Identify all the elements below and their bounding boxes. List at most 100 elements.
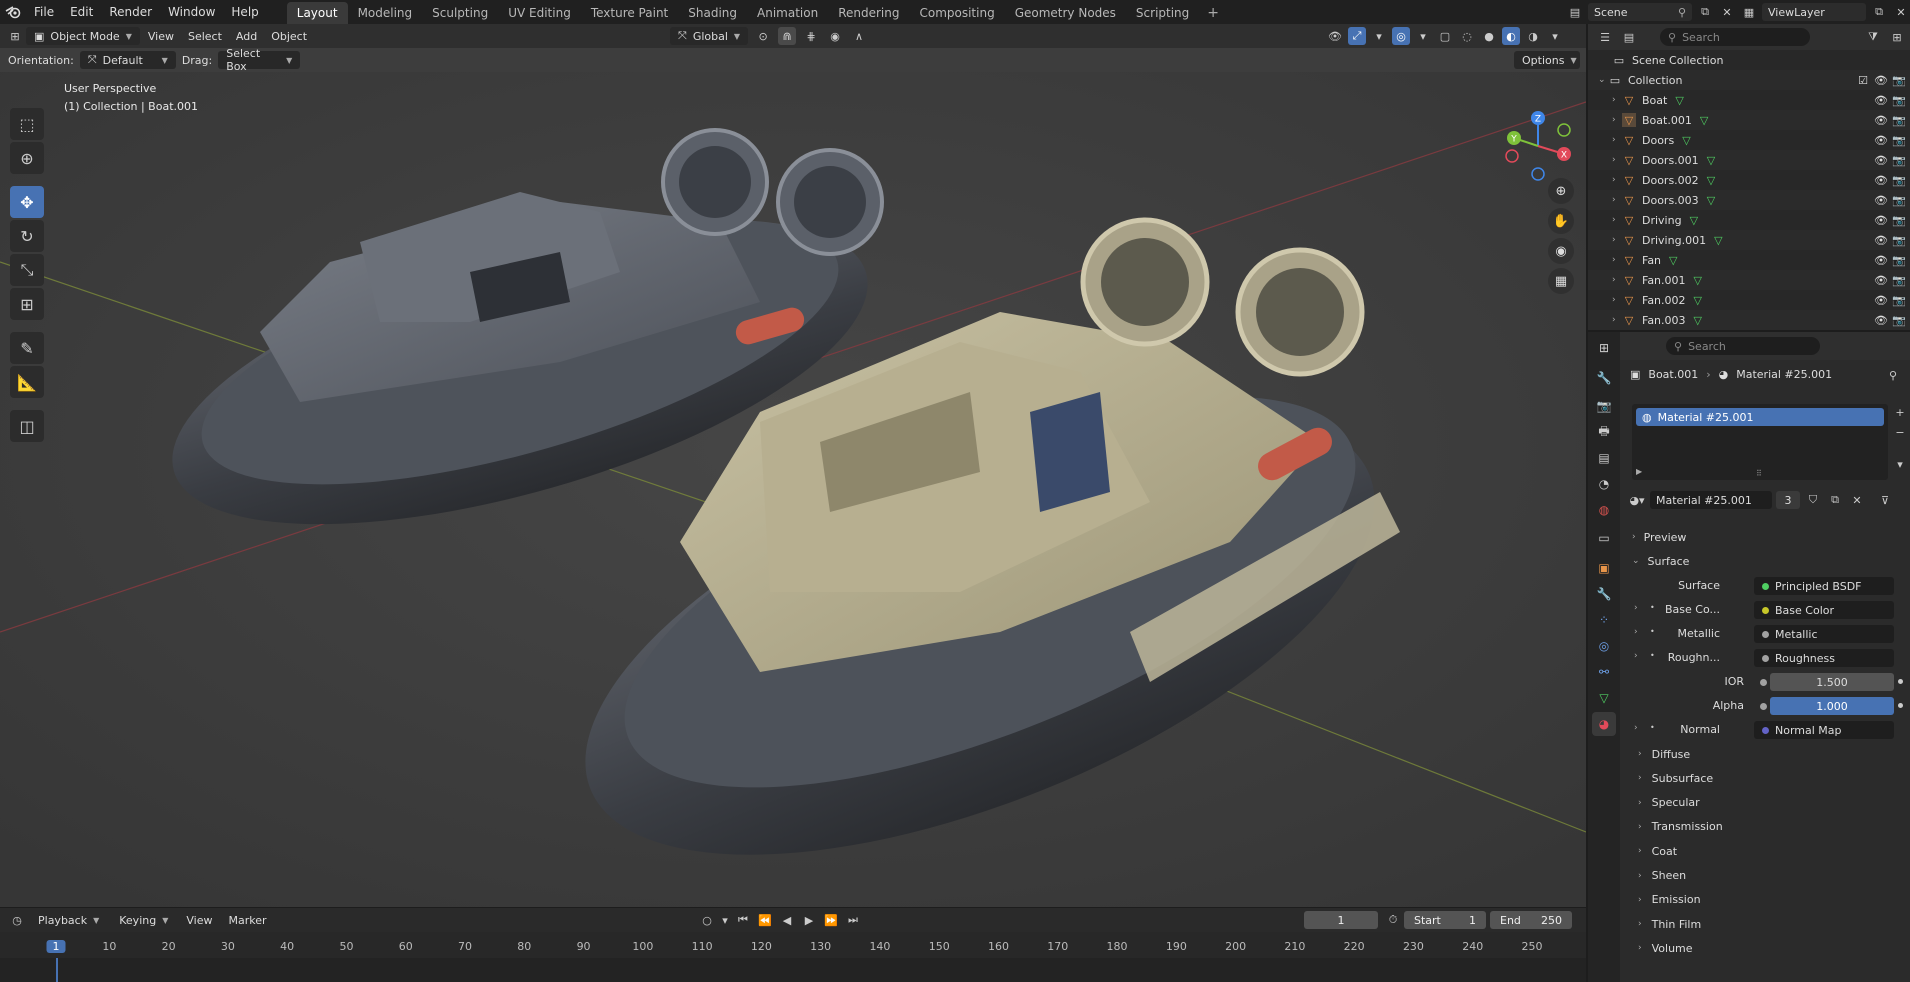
render-camera-icon[interactable]: 📷	[1892, 133, 1906, 147]
outliner-row[interactable]: › ▽ Doors ▽ 👁 📷	[1588, 130, 1910, 150]
particles-tab-icon[interactable]: ⁘	[1592, 608, 1616, 632]
shader-input-field[interactable]: Metallic	[1754, 625, 1894, 643]
material-name-field[interactable]: Material #25.001	[1650, 491, 1772, 509]
collection-tab-icon[interactable]: ▭	[1592, 526, 1616, 550]
eye-icon[interactable]: 👁	[1874, 153, 1888, 167]
visibility-icon[interactable]: 👁	[1326, 27, 1344, 45]
subpanel-header[interactable]: › Transmission	[1638, 817, 1723, 837]
pin-icon[interactable]: ⚲	[1884, 366, 1902, 384]
outliner-row[interactable]: › ▽ Fan ▽ 👁 📷	[1588, 250, 1910, 270]
mesh-data-icon[interactable]: ▽	[1707, 174, 1715, 187]
eye-icon[interactable]: 👁	[1874, 133, 1888, 147]
tab-sculpting[interactable]: Sculpting	[422, 2, 498, 24]
render-camera-icon[interactable]: 📷	[1892, 73, 1906, 87]
frame-ruler[interactable]: 1 10 20 30 40 50 60 70 80 90 100 110 120 130 140 150 160…	[0, 938, 1586, 958]
eye-icon[interactable]: 👁	[1874, 113, 1888, 127]
mesh-data-icon[interactable]: ▽	[1690, 214, 1698, 227]
editor-type-icon[interactable]: ⊞	[6, 27, 24, 45]
outliner-row[interactable]: › ▽ Fan.003 ▽ 👁 📷	[1588, 310, 1910, 330]
chevron-down-icon[interactable]: ⌄	[1598, 75, 1608, 85]
move-tool[interactable]: ✥	[10, 186, 44, 218]
menu-view[interactable]: View	[142, 30, 180, 43]
outliner-row[interactable]: › ▽ Driving.001 ▽ 👁 📷	[1588, 230, 1910, 250]
measure-tool[interactable]: 📐	[10, 366, 44, 398]
tab-geometry-nodes[interactable]: Geometry Nodes	[1005, 2, 1126, 24]
eye-icon[interactable]: 👁	[1874, 173, 1888, 187]
view-layer-tab-icon[interactable]: ▤	[1592, 446, 1616, 470]
chevron-right-icon[interactable]: ›	[1612, 155, 1622, 165]
eye-icon[interactable]: 👁	[1874, 273, 1888, 287]
jump-end-icon[interactable]: ⏭	[844, 911, 862, 929]
node-link-icon[interactable]: ⊽	[1876, 491, 1894, 509]
xray-icon[interactable]: ▢	[1436, 27, 1454, 45]
outliner-row[interactable]: › ▽ Doors.003 ▽ 👁 📷	[1588, 190, 1910, 210]
render-camera-icon[interactable]: 📷	[1892, 113, 1906, 127]
outliner-row[interactable]: › ▽ Doors.002 ▽ 👁 📷	[1588, 170, 1910, 190]
solid-shading-icon[interactable]: ●	[1480, 27, 1498, 45]
eye-icon[interactable]: 👁	[1874, 233, 1888, 247]
menu-render[interactable]: Render	[101, 1, 160, 23]
timeline-view-menu[interactable]: View	[180, 914, 218, 927]
falloff-icon[interactable]: ∧	[850, 27, 868, 45]
mesh-data-icon[interactable]: ▽	[1675, 94, 1683, 107]
annotate-tool[interactable]: ✎	[10, 332, 44, 364]
viewlayer-selector[interactable]: ViewLayer	[1762, 3, 1866, 21]
wireframe-shading-icon[interactable]: ◌	[1458, 27, 1476, 45]
current-frame-field[interactable]: 1	[1304, 911, 1378, 929]
scene-selector[interactable]: Scene ⚲	[1588, 3, 1692, 21]
pan-hand-icon[interactable]: ✋	[1548, 208, 1574, 234]
subpanel-header[interactable]: › Sheen	[1638, 866, 1686, 886]
timeline-track-area[interactable]	[0, 958, 1586, 982]
blender-logo-icon[interactable]	[0, 0, 26, 24]
mesh-data-icon[interactable]: ▽	[1694, 294, 1702, 307]
render-camera-icon[interactable]: 📷	[1892, 253, 1906, 267]
render-camera-icon[interactable]: 📷	[1892, 193, 1906, 207]
menu-object[interactable]: Object	[265, 30, 313, 43]
chevron-right-icon[interactable]: ›	[1634, 627, 1638, 637]
normal-field[interactable]: Normal Map	[1754, 721, 1894, 739]
navigation-gizmo[interactable]: Z X Y	[1502, 110, 1574, 182]
shader-input-field[interactable]: Roughness	[1754, 649, 1894, 667]
render-camera-icon[interactable]: 📷	[1892, 93, 1906, 107]
render-camera-icon[interactable]: 📷	[1892, 313, 1906, 327]
tab-rendering[interactable]: Rendering	[828, 2, 909, 24]
filter-icon[interactable]: ⧩	[1864, 28, 1882, 46]
mesh-data-icon[interactable]: ▽	[1700, 114, 1708, 127]
exclude-checkbox-icon[interactable]: ☑	[1856, 73, 1870, 87]
outliner-row[interactable]: › ▽ Fan.002 ▽ 👁 📷	[1588, 290, 1910, 310]
keying-menu[interactable]: Keying ▼	[111, 911, 176, 929]
outliner-row[interactable]: › ▽ Boat.001 ▽ 👁 📷	[1588, 110, 1910, 130]
output-tab-icon[interactable]: 🖶	[1592, 420, 1616, 444]
chevron-right-icon[interactable]: ›	[1612, 135, 1622, 145]
render-camera-icon[interactable]: 📷	[1892, 293, 1906, 307]
mesh-data-icon[interactable]: ▽	[1714, 234, 1722, 247]
scale-tool[interactable]: ⤡	[10, 254, 44, 286]
eye-icon[interactable]: 👁	[1874, 253, 1888, 267]
ior-field[interactable]: 1.500	[1770, 673, 1894, 691]
chevron-right-icon[interactable]: ›	[1634, 603, 1638, 613]
render-tab-icon[interactable]: 📷	[1592, 394, 1616, 418]
mesh-data-icon[interactable]: ▽	[1694, 314, 1702, 327]
prev-keyframe-icon[interactable]: ⏪	[756, 911, 774, 929]
chevron-right-icon[interactable]: ›	[1612, 115, 1622, 125]
cursor-tool[interactable]: ⊕	[10, 142, 44, 174]
scene-icon[interactable]: ▤	[1566, 3, 1584, 21]
eye-icon[interactable]: 👁	[1874, 293, 1888, 307]
outliner-search-input[interactable]: ⚲ Search	[1660, 28, 1810, 46]
material-slot-list[interactable]: ◍ Material #25.001 ▶ ⠿	[1632, 404, 1888, 480]
subpanel-header[interactable]: › Diffuse	[1638, 744, 1690, 764]
tab-texture-paint[interactable]: Texture Paint	[581, 2, 678, 24]
menu-select[interactable]: Select	[182, 30, 228, 43]
tab-modeling[interactable]: Modeling	[348, 2, 423, 24]
properties-search-input[interactable]: ⚲ Search	[1666, 337, 1820, 355]
transform-tool[interactable]: ⊞	[10, 288, 44, 320]
outliner-editor-type-icon[interactable]: ☰	[1596, 28, 1614, 46]
current-frame-indicator[interactable]: 1	[46, 940, 66, 953]
overlay-toggle-icon[interactable]: ◎	[1392, 27, 1410, 45]
ortho-grid-icon[interactable]: ▦	[1548, 268, 1574, 294]
chevron-right-icon[interactable]: ›	[1612, 235, 1622, 245]
tab-scripting[interactable]: Scripting	[1126, 2, 1199, 24]
add-cube-tool[interactable]: ◫	[10, 410, 44, 442]
mesh-data-icon[interactable]: ▽	[1669, 254, 1677, 267]
tab-shading[interactable]: Shading	[678, 2, 747, 24]
